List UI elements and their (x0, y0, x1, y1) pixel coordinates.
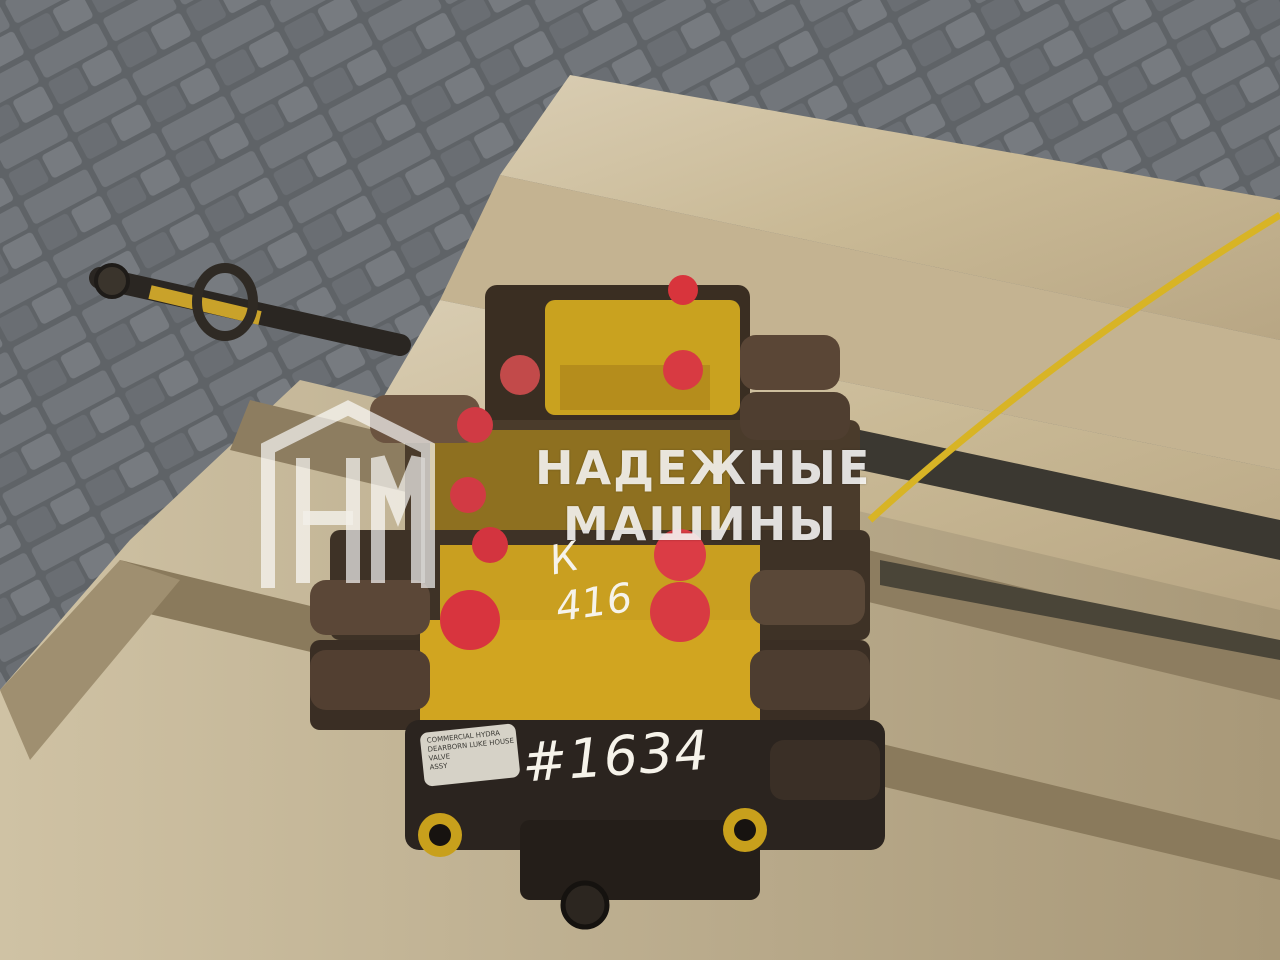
watermark-line-1: НАДЕЖНЫЕ (535, 441, 872, 495)
handwritten-stock-number: #1634 (520, 718, 712, 795)
watermark-text: НАДЕЖНЫЕ МАШИНЫ (535, 440, 871, 552)
watermark-line-2: МАШИНЫ (563, 497, 838, 551)
